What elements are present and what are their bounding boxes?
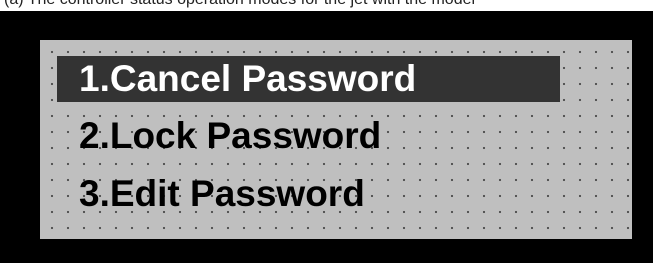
caption-strip: (a) The controller status operation mode… (0, 0, 653, 11)
menu-item-edit-password[interactable]: 3.Edit Password (57, 171, 560, 217)
lcd-screen: 1.Cancel Password 2.Lock Password 3.Edit… (40, 40, 632, 239)
menu-item-cancel-password[interactable]: 1.Cancel Password (57, 56, 560, 102)
caption-text: (a) The controller status operation mode… (4, 0, 475, 9)
menu-item-lock-password[interactable]: 2.Lock Password (57, 113, 560, 159)
